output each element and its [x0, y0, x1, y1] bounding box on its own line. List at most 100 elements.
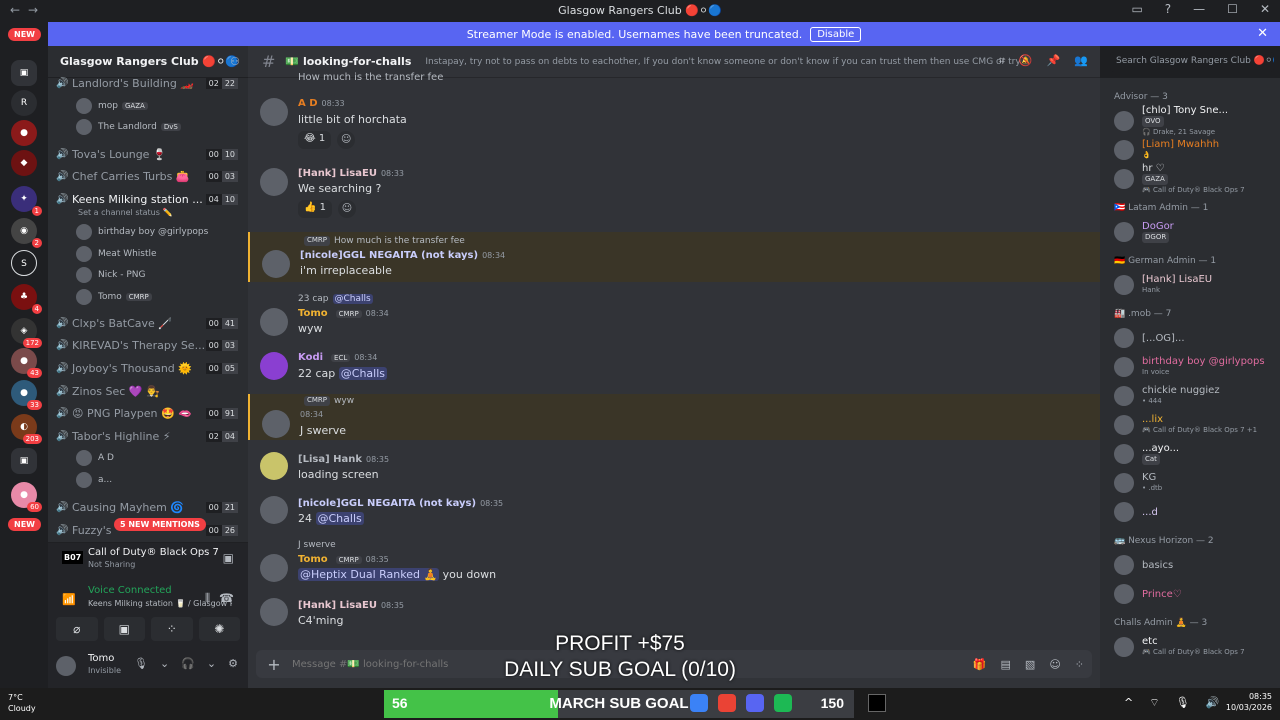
voice-user[interactable]: birthday boy @girlypops: [76, 222, 208, 242]
voice-channel[interactable]: 🔊 Tova's Lounge 🍷 00 10: [56, 144, 242, 164]
avatar[interactable]: [1114, 140, 1134, 160]
headphones-icon[interactable]: 🎧: [181, 657, 195, 670]
chevron-up-icon[interactable]: ^: [1124, 696, 1133, 710]
avatar[interactable]: [1114, 502, 1134, 522]
voice-channel[interactable]: 🔊 Chef Carries Turbs 👛 00 03: [56, 166, 242, 186]
server-icon[interactable]: ● 60: [11, 482, 42, 512]
server-icon[interactable]: ♣ 4: [11, 284, 42, 314]
voice-channel-active[interactable]: 🔊 Keens Milking station ... 04 10: [56, 189, 242, 209]
mic-icon[interactable]: 🎙: [1176, 696, 1190, 710]
chrome-icon[interactable]: [718, 694, 736, 712]
server-icon[interactable]: ●: [11, 120, 37, 146]
add-member-icon[interactable]: ⚇: [230, 55, 240, 68]
avatar[interactable]: [260, 98, 288, 126]
reaction[interactable]: 👍 1: [298, 200, 332, 218]
avatar[interactable]: [260, 452, 288, 480]
avatar[interactable]: [260, 554, 288, 582]
reaction[interactable]: 😂 1: [298, 131, 332, 149]
server-icon[interactable]: ◉ 2: [11, 218, 42, 248]
close-window-button[interactable]: ✕: [1260, 2, 1270, 16]
avatar[interactable]: [1114, 386, 1134, 406]
game-taskbar-icon[interactable]: [868, 694, 886, 712]
folder-icon[interactable]: ▣: [11, 448, 37, 474]
server-icon[interactable]: ◆: [11, 150, 37, 176]
avatar[interactable]: [1114, 637, 1134, 657]
server-icon[interactable]: ✦ 1: [11, 186, 42, 216]
member-item[interactable]: ...ayo... Cat: [1114, 441, 1276, 467]
disable-button[interactable]: Disable: [810, 26, 862, 42]
avatar[interactable]: [1114, 111, 1134, 131]
volume-icon[interactable]: 🔊: [1206, 696, 1220, 710]
channel-status[interactable]: Set a channel status ✏️: [78, 208, 172, 217]
server-icon[interactable]: ● 43: [11, 348, 42, 378]
channel-topic[interactable]: Instapay, try not to pass on debts to ea…: [425, 57, 1025, 67]
emoji-icon[interactable]: ☺: [1049, 658, 1060, 671]
apps-icon[interactable]: ⁘: [1075, 658, 1084, 671]
screen-share-icon[interactable]: ▣: [103, 617, 145, 641]
member-item[interactable]: ...lix 🎮 Call of Duty® Black Ops 7 +1: [1114, 412, 1276, 438]
clock[interactable]: 08:35 10/03/2026: [1226, 691, 1272, 713]
member-item[interactable]: [Liam] Mwahhh 👌: [1114, 137, 1276, 163]
voice-channel[interactable]: 🔊 Zinos Sec 💜 👨‍⚖️: [56, 381, 242, 401]
mic-icon[interactable]: 🎙: [134, 657, 148, 670]
add-reaction-icon[interactable]: ☺: [338, 200, 356, 218]
camera-off-icon[interactable]: ⌀: [56, 617, 98, 641]
activities-icon[interactable]: ⁘: [151, 617, 193, 641]
member-item[interactable]: birthday boy @girlypops In voice: [1114, 354, 1276, 380]
avatar[interactable]: [262, 410, 290, 438]
notifications-icon[interactable]: 🔕: [1019, 54, 1033, 68]
member-item[interactable]: Prince♡: [1114, 581, 1276, 607]
voice-channel[interactable]: 🔊 😡 PNG Playpen 🤩 🫦 00 91: [56, 403, 242, 423]
avatar[interactable]: [56, 656, 76, 676]
avatar[interactable]: [1114, 328, 1134, 348]
maximize-button[interactable]: ☐: [1227, 2, 1238, 16]
voice-status[interactable]: Voice Connected: [88, 585, 172, 596]
threads-icon[interactable]: ⌗: [999, 54, 1005, 68]
voice-channel[interactable]: 🔊 Clxp's BatCave 🦯 00 41: [56, 313, 242, 333]
member-item[interactable]: hr ♡ GAZA 🎮 Call of Duty® Black Ops 7: [1114, 163, 1276, 194]
voice-user[interactable]: Tomo CMRP: [76, 287, 152, 307]
search-input[interactable]: Search Glasgow Rangers Club 🔴⚪🔵: [1110, 52, 1274, 72]
members-icon[interactable]: 👥: [1074, 54, 1088, 68]
gif-icon[interactable]: ▤: [1001, 658, 1011, 671]
member-item[interactable]: etc 🎮 Call of Duty® Black Ops 7: [1114, 634, 1276, 660]
stream-icon[interactable]: ▣: [223, 551, 234, 565]
voice-channel[interactable]: 🔊 KIREVAD's Therapy Se... 00 03: [56, 335, 242, 355]
gift-icon[interactable]: 🎁: [973, 658, 987, 671]
avatar[interactable]: [1114, 415, 1134, 435]
inbox-icon[interactable]: ▭: [1131, 2, 1142, 16]
voice-user[interactable]: a...: [76, 470, 112, 490]
avatar[interactable]: [1114, 169, 1134, 189]
server-icon[interactable]: ● 33: [11, 380, 42, 410]
server-icon[interactable]: S: [11, 250, 37, 276]
voice-channel-name[interactable]: Keens Milking station 🥛 / Glasgow Ran...: [88, 599, 232, 608]
voice-user[interactable]: Meat Whistle: [76, 244, 157, 264]
minimize-button[interactable]: —: [1193, 2, 1205, 16]
user-name[interactable]: Tomo: [88, 653, 114, 664]
discord-icon[interactable]: [746, 694, 764, 712]
weather-widget[interactable]: 7°C Cloudy: [8, 692, 36, 714]
signal-icon[interactable]: 📶: [62, 593, 76, 606]
avatar[interactable]: [260, 496, 288, 524]
soundboard-icon[interactable]: ✺: [198, 617, 240, 641]
voice-channel[interactable]: 🔊 Tabor's Highline ⚡ 02 04: [56, 426, 242, 446]
chevron-down-icon[interactable]: ⌄: [207, 657, 216, 670]
wifi-icon[interactable]: ⌔: [1149, 696, 1159, 710]
disconnect-icon[interactable]: ☎: [219, 591, 234, 605]
avatar[interactable]: [1114, 357, 1134, 377]
avatar[interactable]: [1114, 584, 1134, 604]
avatar[interactable]: [260, 308, 288, 336]
voice-user[interactable]: Nick - PNG: [76, 265, 146, 285]
noise-icon[interactable]: ⫴: [205, 591, 210, 606]
server-icon[interactable]: R: [11, 90, 37, 116]
sticker-icon[interactable]: ▧: [1025, 658, 1035, 671]
gear-icon[interactable]: ⚙: [228, 657, 238, 670]
avatar[interactable]: [1114, 473, 1134, 493]
avatar[interactable]: [260, 352, 288, 380]
add-reaction-icon[interactable]: ☺: [337, 131, 356, 149]
server-icon[interactable]: ◐ 203: [11, 414, 42, 444]
avatar[interactable]: [260, 598, 288, 626]
avatar[interactable]: [262, 250, 290, 278]
edge-icon[interactable]: [690, 694, 708, 712]
help-icon[interactable]: ?: [1165, 2, 1171, 16]
